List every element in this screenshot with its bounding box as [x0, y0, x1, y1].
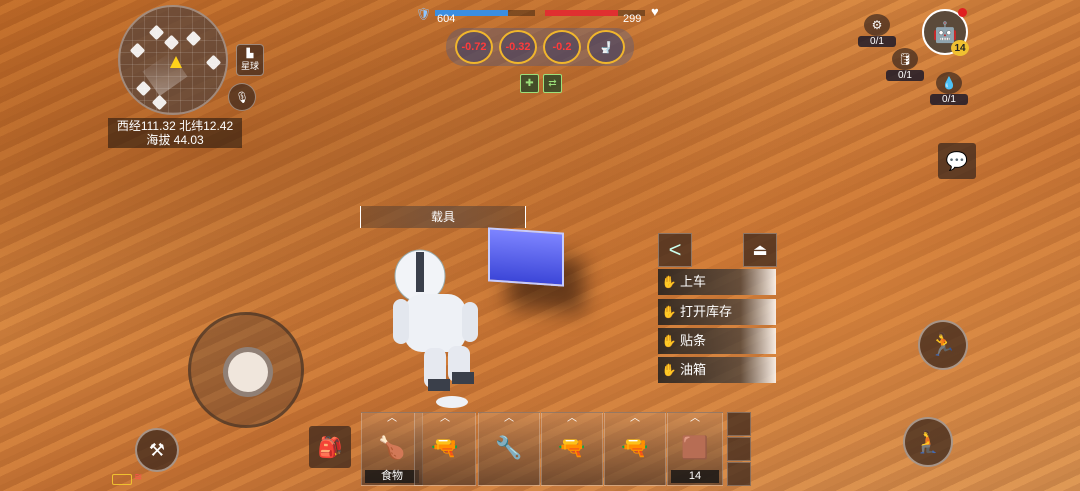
chat-bubble-icon: 💬 [945, 150, 969, 171]
crouch-button[interactable]: 🧎 [903, 417, 953, 467]
hotbar-slot-leather[interactable]: ︿ 🟫 14 [667, 412, 723, 486]
buff-icon: ⇄ [543, 74, 562, 93]
quick-slot[interactable] [727, 462, 751, 486]
coords-altitude: 海拔 44.03 [146, 133, 204, 147]
crouch-figure-icon: 🧎 [914, 429, 942, 454]
toilet-effect-icon: 🚽 [587, 30, 625, 64]
water-count: 0/1 [930, 94, 968, 105]
hotbar-slot-shotgun[interactable]: ︿ 🔫 [414, 412, 476, 486]
status-effects-panel: -0.72 -0.32 -0.2 🚽 [446, 28, 634, 66]
menu-item-label: 上车 [680, 274, 707, 289]
menu-item-fuel-tank[interactable]: ✋ 油箱 [658, 357, 776, 383]
build-button[interactable]: ⚒ [135, 428, 179, 472]
health-bar-fill [545, 10, 618, 16]
hotbar-slot-count: 14 [671, 470, 719, 483]
resource-icon: ⚙ [864, 14, 890, 36]
chat-button[interactable]: 💬 [938, 143, 976, 179]
player-position-arrow-icon [170, 56, 182, 68]
chevron-up-icon: ︿ [440, 413, 450, 424]
shotgun-icon: 🔫 [431, 435, 459, 460]
hotbar-slot-blaster[interactable]: ︿ 🔫 [604, 412, 666, 486]
astronaut-character [393, 249, 478, 408]
hotbar-slot-label: 食物 [365, 470, 419, 483]
hunger-effect-value: -0.72 [461, 41, 487, 53]
chevron-up-icon: ︿ [387, 413, 397, 424]
eject-icon: ⏏ [752, 242, 768, 259]
vehicle-label: 载具 [360, 206, 526, 228]
chevron-up-icon: ︿ [504, 413, 514, 424]
menu-item-open-storage[interactable]: ✋ 打开库存 [658, 299, 776, 325]
health-value: 299 [623, 13, 642, 25]
barrel-count: 0/1 [886, 70, 924, 81]
notification-dot [958, 8, 967, 17]
resource-tracker[interactable]: ⚙ 0/1 [858, 14, 896, 47]
backpack-button[interactable]: 🎒 [309, 426, 351, 468]
backpack-icon: 🎒 [317, 436, 343, 459]
coords-lat-long: 西经111.32 北纬12.42 [116, 119, 234, 133]
chevron-up-icon: ︿ [630, 413, 640, 424]
water-tracker[interactable]: 💧 0/1 [930, 72, 968, 105]
rifle-icon: 🔫 [558, 435, 586, 460]
shield-value: 604 [437, 13, 456, 25]
heart-icon: ♥ [651, 4, 659, 19]
running-figure-icon: 🏃 [929, 332, 957, 357]
flag-icon: ▙ [246, 48, 254, 58]
player-level-badge: 14 [951, 40, 969, 56]
food-icon: 🍗 [378, 435, 406, 460]
oxygen-effect-icon: -0.2 [543, 30, 581, 64]
hand-icon: ✋ [661, 275, 677, 289]
battery-icon [112, 474, 132, 485]
menu-item-label: 油箱 [680, 362, 707, 377]
chevron-up-icon: ︿ [690, 413, 700, 424]
wifi-icon: ≋ [134, 472, 143, 483]
thirst-effect-icon: -0.32 [499, 30, 537, 64]
tool-gun-icon: 🔧 [495, 435, 523, 460]
chevron-left-icon: < [668, 237, 682, 262]
menu-item-sticker[interactable]: ✋ 贴条 [658, 328, 776, 354]
leather-icon: 🟫 [681, 435, 709, 460]
hand-icon: ✋ [661, 334, 677, 348]
planet-button[interactable]: ▙ 星球 [236, 44, 264, 76]
menu-item-label: 打开库存 [680, 304, 733, 319]
hand-icon: ✋ [661, 363, 677, 377]
coordinates-readout: 西经111.32 北纬12.42 海拔 44.03 [108, 118, 242, 148]
planet-button-label: 星球 [240, 61, 259, 71]
shield-icon: 🛡 [416, 7, 432, 21]
hotbar-slot-rifle[interactable]: ︿ 🔫 [541, 412, 603, 486]
blaster-icon: 🔫 [621, 435, 649, 460]
menu-back-button[interactable]: < [658, 233, 692, 267]
quick-slot[interactable] [727, 412, 751, 436]
buff-icon: ✚ [520, 74, 539, 93]
hunger-effect-icon: -0.72 [455, 30, 493, 64]
eject-button[interactable]: ⏏ [743, 233, 777, 267]
voice-button[interactable]: 🎙 [228, 83, 256, 111]
minimap[interactable] [118, 5, 228, 115]
joystick-thumb[interactable] [223, 347, 273, 397]
barrel-tracker[interactable]: 🛢 0/1 [886, 48, 924, 81]
microphone-icon: 🎙 [235, 91, 249, 104]
hotbar-slot-tool-gun[interactable]: ︿ 🔧 [478, 412, 540, 486]
thirst-effect-value: -0.32 [505, 41, 531, 53]
menu-item-label: 贴条 [680, 333, 707, 348]
barrel-icon: 🛢 [892, 48, 918, 70]
resource-count: 0/1 [858, 36, 896, 47]
chevron-up-icon: ︿ [567, 413, 577, 424]
quick-slot[interactable] [727, 437, 751, 461]
jump-button[interactable]: 🏃 [918, 320, 968, 370]
hand-icon: ✋ [661, 305, 677, 319]
water-icon: 💧 [936, 72, 962, 94]
menu-item-board-vehicle[interactable]: ✋ 上车 [658, 269, 776, 295]
hammer-wrench-icon: ⚒ [148, 439, 166, 460]
vehicle-container[interactable] [488, 227, 564, 287]
oxygen-effect-value: -0.2 [552, 41, 572, 53]
